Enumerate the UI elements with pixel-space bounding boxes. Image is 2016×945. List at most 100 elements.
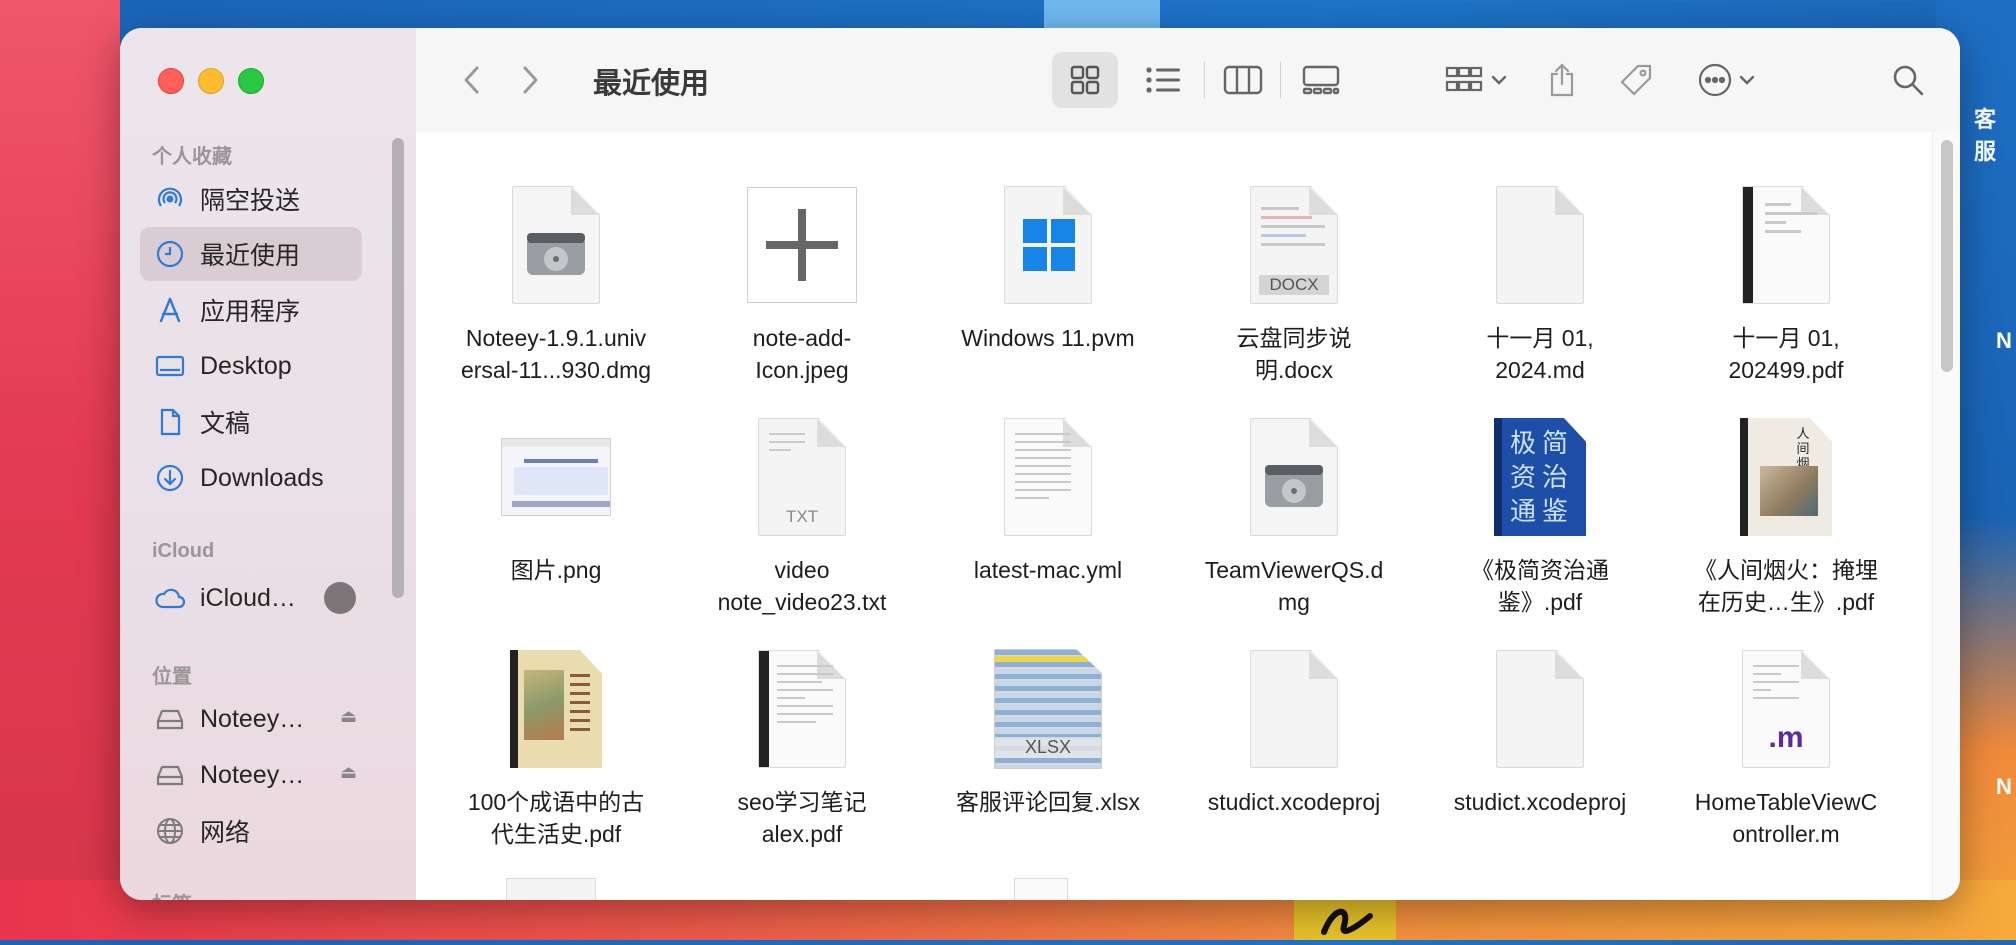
file-item[interactable]: XLSX 客服评论回复.xlsx bbox=[938, 644, 1158, 818]
sidebar-item-label: Noteey… bbox=[200, 704, 305, 733]
minimize-button[interactable] bbox=[198, 68, 224, 94]
sidebar-section-favorites: 个人收藏 bbox=[152, 146, 232, 168]
applications-icon bbox=[154, 294, 186, 326]
clock-icon bbox=[154, 238, 186, 270]
share-button[interactable] bbox=[1534, 52, 1590, 108]
desktop-top-element bbox=[1044, 0, 1160, 28]
sidebar-item-network[interactable]: 网络 bbox=[140, 804, 362, 858]
file-item[interactable]: 人间烟火 《人间烟火：掩埋在历史…生》.pdf bbox=[1676, 412, 1896, 618]
sidebar-item-label: 隔空投送 bbox=[200, 187, 301, 215]
file-name: Windows 11.pvm bbox=[961, 325, 1135, 351]
blank-document-icon bbox=[1485, 644, 1595, 774]
sidebar-item-label: Desktop bbox=[200, 351, 292, 380]
tag-button[interactable] bbox=[1608, 52, 1664, 108]
sidebar-item-airdrop[interactable]: 隔空投送 bbox=[140, 172, 362, 226]
file-name: latest-mac.yml bbox=[973, 557, 1123, 583]
sidebar-item-desktop[interactable]: Desktop bbox=[140, 339, 362, 393]
desktop-icon bbox=[154, 350, 186, 382]
more-actions-button[interactable] bbox=[1686, 52, 1766, 108]
desktop-item-label[interactable]: N bbox=[1996, 328, 2012, 354]
document-icon bbox=[154, 406, 186, 438]
file-item[interactable]: 图片.png bbox=[446, 412, 666, 586]
sidebar-item-applications[interactable]: 应用程序 bbox=[140, 283, 362, 337]
file-item[interactable]: Noteey-1.9.1.univ ersal-11...930.dmg bbox=[446, 180, 666, 386]
sidebar-section-icloud: iCloud bbox=[152, 540, 215, 562]
pdf-document-icon bbox=[1731, 180, 1841, 310]
file-item[interactable]: latest-mac.yml bbox=[938, 412, 1158, 586]
sidebar-item-label: 最近使用 bbox=[200, 242, 301, 270]
file-name: 云盘同步说 明.docx bbox=[1236, 325, 1352, 383]
forward-button[interactable] bbox=[510, 60, 550, 100]
gallery-view-button[interactable] bbox=[1288, 52, 1354, 108]
file-extension-label: TXT bbox=[785, 507, 819, 526]
file-item-partial[interactable] bbox=[1014, 878, 1068, 900]
file-item[interactable]: TeamViewerQS.d mg bbox=[1184, 412, 1404, 618]
list-icon bbox=[1146, 67, 1180, 93]
columns-icon bbox=[1223, 65, 1263, 95]
chevron-down-icon bbox=[1739, 75, 1755, 85]
file-name: HomeTableViewC ontroller.m bbox=[1694, 789, 1878, 847]
group-by-button[interactable] bbox=[1436, 52, 1516, 108]
image-thumbnail bbox=[747, 180, 857, 310]
tag-icon bbox=[1620, 64, 1652, 96]
sidebar-item-downloads[interactable]: Downloads bbox=[140, 451, 362, 505]
download-icon bbox=[154, 462, 186, 494]
file-item[interactable]: studict.xcodeproj bbox=[1430, 644, 1650, 818]
eject-icon[interactable]: ⏏ bbox=[340, 706, 357, 727]
file-item[interactable]: Windows 11.pvm bbox=[938, 180, 1158, 354]
share-icon bbox=[1550, 63, 1574, 97]
source-code-icon: .m bbox=[1731, 644, 1841, 774]
file-item-partial[interactable] bbox=[506, 878, 596, 900]
spreadsheet-icon: XLSX bbox=[993, 644, 1103, 774]
close-button[interactable] bbox=[158, 68, 184, 94]
file-name: 客服评论回复.xlsx bbox=[956, 789, 1140, 815]
search-button[interactable] bbox=[1880, 52, 1936, 108]
content-scrollbar[interactable] bbox=[1941, 140, 1953, 372]
chevron-left-icon bbox=[464, 66, 479, 94]
desktop-background-left bbox=[0, 0, 120, 940]
desktop-item-label[interactable]: N bbox=[1996, 774, 2012, 800]
file-item[interactable]: 十一月 01, 202499.pdf bbox=[1676, 180, 1896, 386]
back-button[interactable] bbox=[452, 60, 492, 100]
finder-window: 个人收藏 隔空投送 最近使用 应用程序 Desktop 文稿 Downloads… bbox=[120, 28, 1960, 900]
sidebar-item-documents[interactable]: 文稿 bbox=[140, 395, 362, 449]
file-item[interactable]: TXT video note_video23.txt bbox=[692, 412, 912, 618]
file-item[interactable]: DOCX 云盘同步说 明.docx bbox=[1184, 180, 1404, 386]
sidebar-section-tags: 标签 bbox=[152, 888, 192, 900]
chevron-down-icon bbox=[1491, 75, 1507, 85]
icon-view-button[interactable] bbox=[1052, 52, 1118, 108]
sidebar-scrollbar[interactable] bbox=[392, 138, 404, 598]
file-item[interactable]: seo学习笔记 alex.pdf bbox=[692, 644, 912, 850]
sidebar-item-volume[interactable]: Noteey… ⏏ bbox=[140, 692, 362, 746]
blank-document-icon bbox=[1239, 644, 1349, 774]
book-cover-thumbnail bbox=[501, 644, 611, 774]
file-name: 100个成语中的古 代生活史.pdf bbox=[467, 789, 645, 847]
file-name: 《极简资治通 鉴》.pdf bbox=[1471, 557, 1609, 615]
file-item[interactable]: studict.xcodeproj bbox=[1184, 644, 1404, 818]
sidebar-section-locations: 位置 bbox=[152, 666, 192, 688]
grid-icon bbox=[1070, 65, 1100, 95]
file-item[interactable]: .m HomeTableViewC ontroller.m bbox=[1676, 644, 1896, 850]
disk-image-icon bbox=[501, 180, 611, 310]
file-item[interactable]: 十一月 01, 2024.md bbox=[1430, 180, 1650, 386]
column-view-button[interactable] bbox=[1210, 52, 1276, 108]
sidebar-item-recents[interactable]: 最近使用 bbox=[140, 227, 362, 281]
file-name: note-add- Icon.jpeg bbox=[752, 325, 852, 383]
file-name: video note_video23.txt bbox=[717, 557, 887, 615]
file-grid: Noteey-1.9.1.univ ersal-11...930.dmg note… bbox=[416, 132, 1932, 900]
windows-logo-icon bbox=[993, 180, 1103, 310]
sidebar-item-label: iCloud… bbox=[200, 583, 296, 612]
file-item[interactable]: 100个成语中的古 代生活史.pdf bbox=[446, 644, 666, 850]
file-item[interactable]: note-add- Icon.jpeg bbox=[692, 180, 912, 386]
file-extension-label: DOCX bbox=[1259, 275, 1329, 295]
sidebar-item-volume[interactable]: Noteey… ⏏ bbox=[140, 748, 362, 802]
toolbar: 最近使用 bbox=[416, 28, 1960, 133]
desktop-item-label[interactable]: 客服 bbox=[1974, 102, 2016, 166]
list-view-button[interactable] bbox=[1130, 52, 1196, 108]
sidebar-item-icloud-drive[interactable]: iCloud… bbox=[140, 571, 362, 625]
file-item[interactable]: 极简资治通鉴 《极简资治通 鉴》.pdf bbox=[1430, 412, 1650, 618]
eject-icon[interactable]: ⏏ bbox=[340, 762, 357, 783]
zoom-button[interactable] bbox=[238, 68, 264, 94]
disk-image-icon bbox=[1239, 412, 1349, 542]
plus-icon bbox=[766, 209, 838, 281]
